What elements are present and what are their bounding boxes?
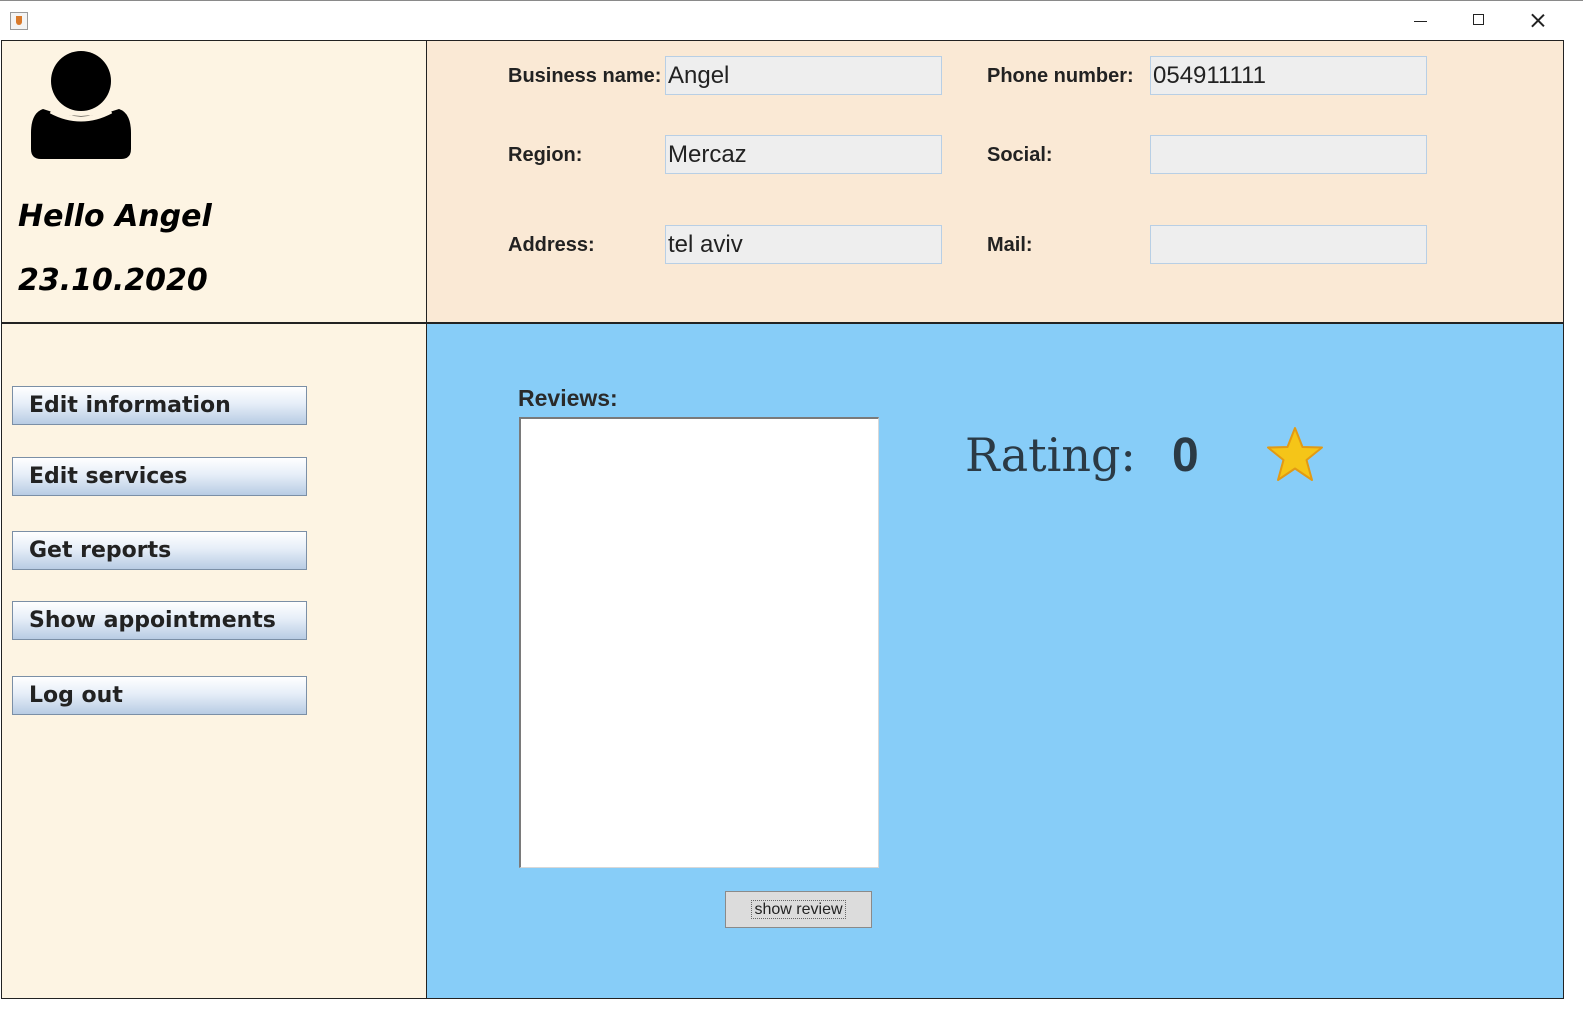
business-name-field[interactable]: Angel [665, 56, 942, 95]
user-icon [31, 51, 131, 159]
business-info-panel: Business name: Angel Phone number: 05491… [426, 40, 1564, 323]
main-panel: Reviews: Rating: 0 show review [426, 323, 1564, 999]
menu-panel: Edit information Edit services Get repor… [1, 323, 428, 999]
show-review-button[interactable]: show review [725, 891, 872, 928]
minimize-icon[interactable] [1410, 9, 1434, 33]
maximize-icon[interactable] [1468, 9, 1492, 33]
rating-label: Rating: [965, 428, 1136, 482]
rating-value: 0 [1172, 429, 1199, 482]
edit-services-button[interactable]: Edit services [12, 457, 307, 496]
show-review-label: show review [751, 900, 846, 919]
close-icon[interactable] [1526, 9, 1550, 33]
region-field[interactable]: Mercaz [665, 135, 942, 174]
title-bar [0, 0, 1583, 40]
current-date: 23.10.2020 [18, 263, 208, 298]
show-appointments-button[interactable]: Show appointments [12, 601, 307, 640]
phone-number-label: Phone number: [987, 65, 1134, 87]
address-field[interactable]: tel aviv [665, 225, 942, 264]
edit-information-button[interactable]: Edit information [12, 386, 307, 425]
reviews-label: Reviews: [518, 385, 618, 411]
profile-panel: Hello Angel 23.10.2020 [1, 40, 428, 323]
phone-number-field[interactable]: 054911111 [1150, 56, 1427, 95]
address-label: Address: [508, 234, 595, 256]
log-out-button[interactable]: Log out [12, 676, 307, 715]
reviews-text-area[interactable] [519, 417, 879, 868]
business-name-label: Business name: [508, 65, 662, 87]
social-field[interactable] [1150, 135, 1427, 174]
region-label: Region: [508, 144, 583, 166]
get-reports-button[interactable]: Get reports [12, 531, 307, 570]
greeting-text: Hello Angel [18, 199, 212, 234]
social-label: Social: [987, 144, 1053, 166]
mail-label: Mail: [987, 234, 1033, 256]
star-icon [1267, 427, 1323, 481]
mail-field[interactable] [1150, 225, 1427, 264]
java-app-icon [10, 12, 28, 30]
